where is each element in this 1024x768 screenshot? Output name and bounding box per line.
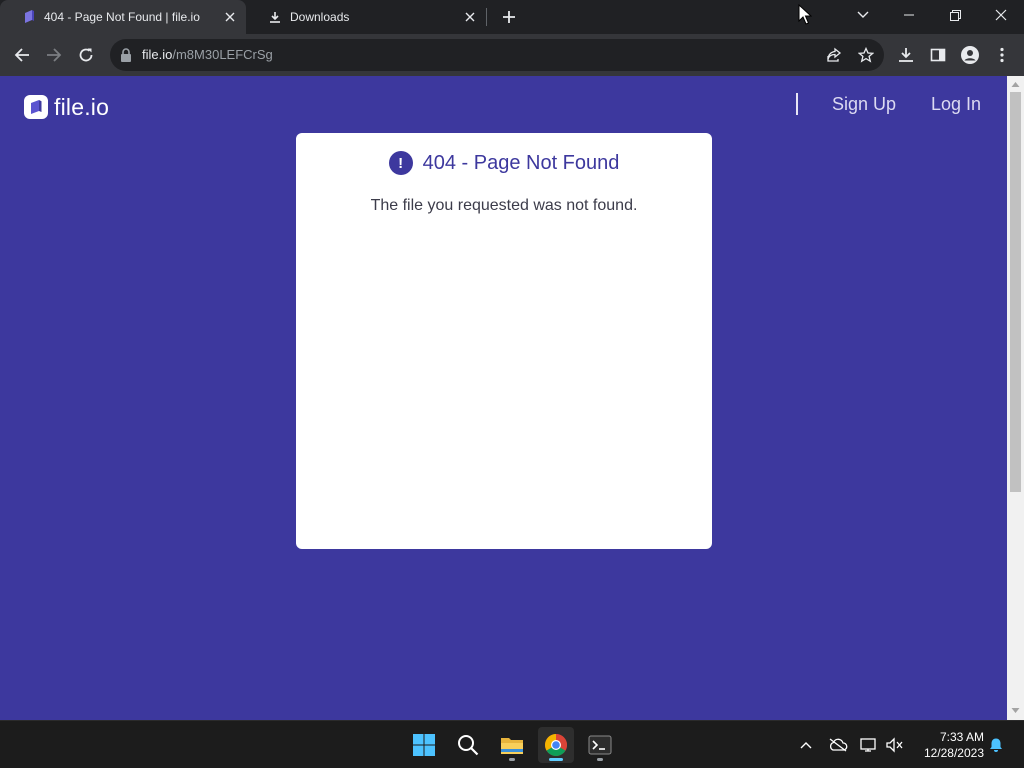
folder-icon [501,738,523,754]
new-tab-button[interactable] [498,6,520,28]
chrome-taskbar-button[interactable] [538,727,574,763]
network-tray-button[interactable] [859,735,879,755]
arrow-left-icon [14,48,29,62]
url-host: file.io [142,47,173,62]
page-viewport: file.io Sign Up Log In ! 404 - Page Not … [0,76,1007,720]
file-io-logo-icon [24,95,48,119]
search-icon [458,735,479,756]
tab-title: 404 - Page Not Found | file.io [44,10,200,24]
browser-menu-button[interactable] [988,41,1016,69]
address-bar[interactable]: file.io/m8M30LEFCrSg [110,39,884,71]
scroll-up-icon [1011,82,1020,87]
downloads-button[interactable] [892,41,920,69]
chevron-up-icon [800,742,812,749]
close-icon [995,9,1007,21]
volume-muted-icon [886,737,903,753]
error-message: The file you requested was not found. [370,197,638,214]
url-text: file.io/m8M30LEFCrSg [142,47,273,62]
file-explorer-button[interactable] [494,727,530,763]
lock-icon [121,48,131,62]
bookmark-star-icon[interactable] [856,45,876,65]
start-button[interactable] [406,727,442,763]
chevron-down-icon [857,11,869,18]
close-tab-icon[interactable] [222,9,238,25]
alert-icon: ! [388,151,413,175]
scroll-down-icon [1011,708,1020,713]
profile-icon [961,46,979,64]
log-in-link[interactable]: Log In [931,94,981,115]
terminal-button[interactable] [582,727,618,763]
running-indicator [509,758,515,761]
download-icon [268,10,282,24]
tab-file-io[interactable]: 404 - Page Not Found | file.io [0,0,246,34]
network-icon [860,738,876,752]
reload-icon [79,48,93,62]
plus-icon [503,11,515,23]
file-io-favicon-icon [22,10,36,24]
cloud-offline-icon [829,738,848,752]
clock-date: 12/28/2023 [923,746,984,760]
reload-button[interactable] [72,41,100,69]
side-panel-button[interactable] [924,41,952,69]
windows-logo-icon [413,734,435,756]
back-button[interactable] [8,41,36,69]
logo-text: file.io [54,93,110,120]
tab-search-button[interactable] [840,0,886,30]
tab-title: Downloads [290,10,350,24]
share-icon[interactable] [824,45,844,65]
site-logo[interactable]: file.io [24,94,109,120]
download-icon [899,48,913,62]
restore-button[interactable] [932,0,978,30]
tray-overflow-button[interactable] [796,735,816,755]
restore-icon [949,9,961,21]
bell-icon [990,738,1002,752]
terminal-icon [588,735,612,755]
close-window-button[interactable] [978,0,1024,30]
more-vert-icon [1000,47,1004,63]
url-path: /m8M30LEFCrSg [172,47,273,62]
tab-separator [486,8,487,26]
scroll-thumb[interactable] [1010,92,1021,492]
error-card-header: ! 404 - Page Not Found [296,151,712,175]
windows-taskbar: 7:33 AM 12/28/2023 [0,720,1024,768]
error-title: 404 - Page Not Found [422,151,620,174]
running-indicator [597,758,603,761]
notifications-button[interactable] [986,735,1006,755]
sign-up-link[interactable]: Sign Up [832,94,896,115]
close-tab-icon[interactable] [462,9,478,25]
browser-toolbar: file.io/m8M30LEFCrSg [0,34,1024,76]
error-card: ! 404 - Page Not Found The file you requ… [296,133,712,549]
system-clock[interactable]: 7:33 AM 12/28/2023 [912,729,984,761]
onedrive-tray-button[interactable] [828,735,848,755]
page-scrollbar[interactable] [1007,76,1024,720]
side-panel-icon [930,48,946,62]
minimize-icon [904,14,914,16]
forward-button[interactable] [40,41,68,69]
mouse-cursor-icon [798,4,812,25]
arrow-right-icon [47,48,62,62]
chrome-icon [545,734,567,756]
minimize-button[interactable] [886,0,932,30]
active-indicator [549,758,563,761]
clock-time: 7:33 AM [939,730,984,744]
tab-strip: 404 - Page Not Found | file.io Downloads [0,0,1024,34]
profile-button[interactable] [956,41,984,69]
taskbar-search-button[interactable] [450,727,486,763]
nav-divider [796,93,798,115]
volume-tray-button[interactable] [885,735,905,755]
tab-downloads[interactable]: Downloads [246,0,486,34]
